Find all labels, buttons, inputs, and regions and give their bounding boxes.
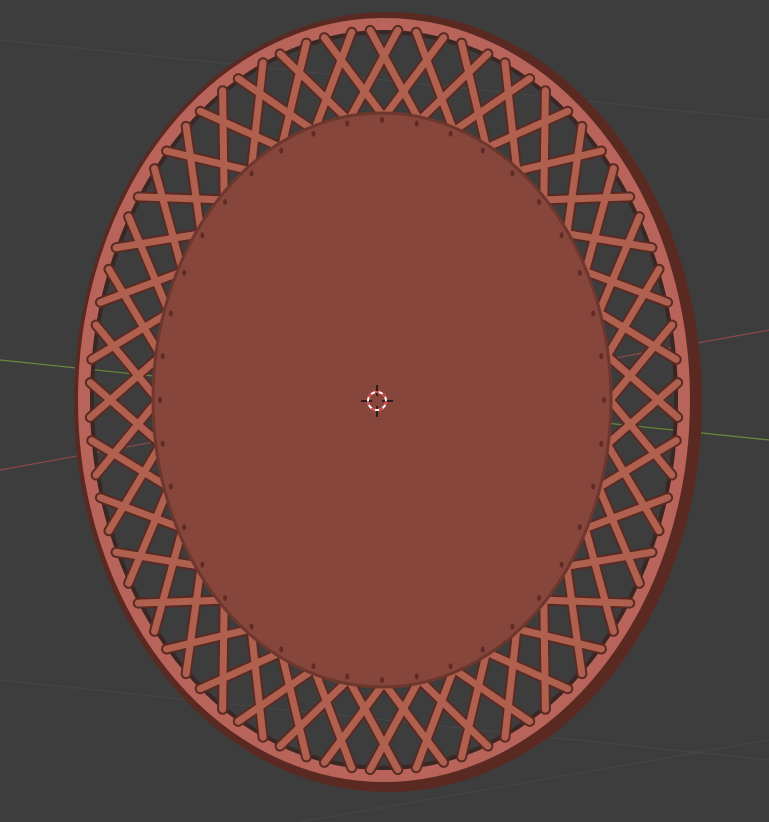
rivet [536, 594, 541, 601]
rivet [380, 677, 384, 683]
lattice-strut [483, 648, 572, 693]
rivet [168, 483, 173, 490]
rivet [480, 147, 485, 154]
rivet [311, 663, 316, 670]
rivet [279, 646, 284, 653]
lattice-strut [163, 625, 255, 653]
lattice-strut [134, 596, 228, 607]
rivet [160, 353, 165, 360]
lattice-strut [595, 213, 643, 317]
viewport-scene[interactable] [0, 0, 769, 822]
rivet [223, 199, 228, 206]
rivet [510, 623, 515, 630]
lattice-strut [540, 193, 634, 204]
rivet [536, 199, 541, 206]
rivet [480, 646, 485, 653]
lattice-strut [151, 524, 187, 635]
lattice-strut [196, 107, 285, 152]
lattice-strut [219, 87, 228, 204]
rivet [599, 353, 604, 360]
lattice-strut [163, 147, 255, 175]
lattice-strut [151, 165, 187, 276]
lattice-strut [234, 75, 318, 135]
rivet [591, 310, 596, 317]
rivet [160, 440, 165, 447]
rivet [559, 561, 564, 568]
lattice-strut [219, 596, 228, 713]
lattice-strut [125, 483, 173, 587]
lattice-strut [595, 483, 643, 587]
rivet [414, 120, 419, 127]
rivet [577, 269, 582, 276]
rivet [602, 397, 606, 403]
rivet [200, 561, 205, 568]
rivet [200, 232, 205, 239]
ring-model[interactable] [74, 12, 702, 792]
rivet [414, 673, 419, 680]
lattice-strut [513, 147, 605, 175]
rivet [158, 397, 162, 403]
lattice-strut [540, 596, 634, 607]
lattice-strut [483, 107, 572, 152]
rivet [311, 130, 316, 137]
lattice-strut [540, 87, 549, 204]
rivet [249, 170, 254, 177]
lattice-strut [450, 665, 534, 725]
rivet [591, 483, 596, 490]
3d-viewport[interactable] [0, 0, 769, 822]
lattice-strut [513, 625, 605, 653]
rivet [448, 130, 453, 137]
rivet [599, 440, 604, 447]
lattice-strut [196, 648, 285, 693]
lattice-strut [125, 213, 173, 317]
lattice-strut [581, 524, 617, 635]
rivet [223, 594, 228, 601]
lattice-strut [134, 193, 228, 204]
lattice-strut [450, 75, 534, 135]
rivet [448, 663, 453, 670]
rivet [249, 623, 254, 630]
inner-disk [151, 111, 613, 689]
rivet [182, 269, 187, 276]
lattice-strut [540, 596, 549, 713]
rivet [345, 673, 350, 680]
rivet [510, 170, 515, 177]
lattice-strut [234, 665, 318, 725]
rivet [380, 117, 384, 123]
rivet [577, 524, 582, 531]
lattice-strut [581, 165, 617, 276]
rivet [345, 120, 350, 127]
rivet [279, 147, 284, 154]
rivet [182, 524, 187, 531]
rivet [168, 310, 173, 317]
rivet [559, 232, 564, 239]
